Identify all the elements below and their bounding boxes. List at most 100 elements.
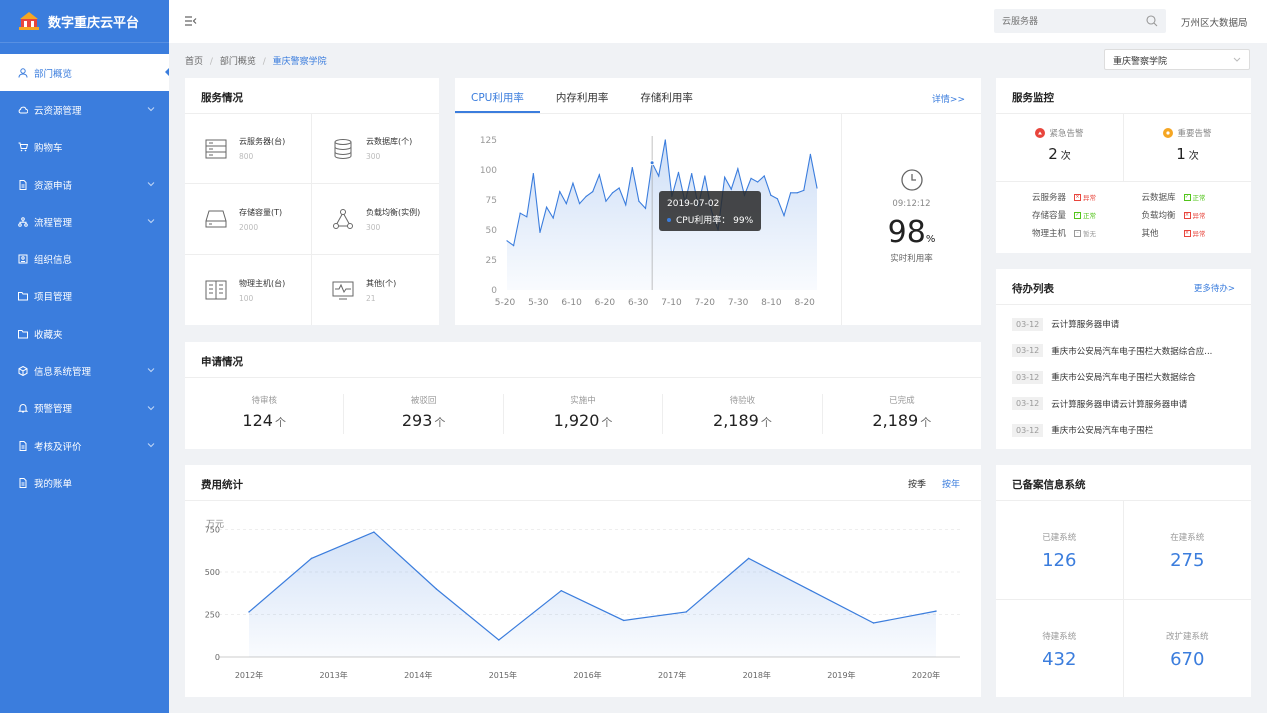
breadcrumb-home[interactable]: 首页 (185, 57, 203, 67)
breadcrumb-dept-overview[interactable]: 部门概览 (220, 57, 256, 67)
system-stat[interactable]: 已建系统 126 (996, 501, 1124, 600)
monitor-item[interactable]: 云数据库 ✓ 正常 (1142, 191, 1252, 203)
sidebar-item-my-bill[interactable]: 我的账单 (0, 464, 169, 501)
todo-text: 云计算服务器申请 (1051, 320, 1120, 331)
sidebar-item-cloud-resources[interactable]: 云资源管理 (0, 91, 169, 128)
search-box[interactable] (994, 9, 1166, 33)
sidebar-item-alerts[interactable]: 预警管理 (0, 390, 169, 427)
sidebar-item-flow[interactable]: 流程管理 (0, 203, 169, 240)
application-stat[interactable]: 待审核 124 个 (185, 393, 345, 434)
service-label: 云服务器(台) (239, 137, 286, 146)
search-icon[interactable] (1146, 15, 1158, 27)
user-name[interactable]: 万州区大数据局 (1181, 15, 1248, 29)
collapse-menu-icon[interactable] (184, 15, 198, 27)
monitor-name: 物理主机 (1032, 229, 1067, 239)
realtime-unit: % (925, 234, 936, 245)
monitor-item[interactable]: 负载均衡 × 异常 (1142, 209, 1252, 221)
data-point (750, 177, 752, 179)
monitor-status: 异常 (1083, 194, 1096, 202)
service-item[interactable]: 云数据库(个) 300 (312, 114, 439, 184)
service-item[interactable]: 物理主机(台) 100 (185, 255, 312, 325)
top-bar: 万州区大数据局 (169, 0, 1267, 43)
search-input[interactable] (1002, 16, 1142, 26)
data-point (560, 590, 562, 592)
sidebar-item-org-info[interactable]: 组织信息 (0, 240, 169, 277)
service-item[interactable]: 其他(个) 21 (312, 255, 439, 325)
sidebar-item-projects[interactable]: 项目管理 (0, 278, 169, 315)
toggle-quarter[interactable]: 按季 (908, 477, 926, 490)
sidebar-item-info-systems[interactable]: 信息系统管理 (0, 352, 169, 389)
application-stat[interactable]: 被驳回 293 个 (344, 393, 504, 434)
cost-title: 费用统计 (201, 479, 243, 491)
todo-text: 重庆市公安局汽车电子围栏大数据综合 (1051, 373, 1196, 384)
important-alert[interactable]: 重要告警 1次 (1124, 114, 1251, 181)
stat-value: 2,189 (713, 410, 759, 430)
x-tick-label: 7-30 (728, 298, 749, 308)
monitor-name: 存储容量 (1032, 211, 1067, 221)
service-item[interactable]: 存储容量(T) 2000 (185, 184, 312, 255)
tab-storage[interactable]: 存储利用率 (624, 78, 709, 113)
data-point (790, 192, 792, 194)
urgent-alert[interactable]: 紧急告警 2次 (996, 114, 1124, 181)
system-stat[interactable]: 待建系统 432 (996, 599, 1124, 697)
service-value: 300 (366, 222, 381, 232)
x-tick-label: 5-20 (495, 298, 516, 308)
sidebar: 数字重庆云平台 部门概览 云资源管理 购物车 资源申请 流程管理 组织信息 项目… (0, 0, 169, 713)
sidebar-item-resource-apply[interactable]: 资源申请 (0, 166, 169, 203)
service-item[interactable]: 负载均衡(实例) 300 (312, 184, 439, 255)
system-stat[interactable]: 改扩建系统 670 (1124, 600, 1252, 698)
application-stat[interactable]: 待验收 2,189 个 (663, 393, 823, 434)
data-point (618, 187, 620, 189)
todo-item[interactable]: 03-12 重庆市公安局汽车电子围栏大数据综合应... (996, 338, 1251, 365)
todo-item[interactable]: 03-12 重庆市公安局汽车电子围栏大数据综合 (996, 364, 1251, 391)
service-item[interactable]: 云服务器(台) 800 (185, 114, 312, 184)
system-stat[interactable]: 在建系统 275 (1123, 501, 1251, 600)
x-tick-label: 6-30 (628, 298, 649, 308)
todo-item[interactable]: 03-12 云计算服务器申请云计算服务器申请 (996, 391, 1251, 418)
data-point (512, 245, 515, 247)
folder-icon (18, 292, 28, 301)
monitor-status: 正常 (1083, 212, 1096, 220)
dept-select[interactable]: 重庆警察学院 (1104, 49, 1250, 70)
sidebar-nav: 部门概览 云资源管理 购物车 资源申请 流程管理 组织信息 项目管理 收藏夹 信… (0, 54, 169, 502)
details-link[interactable]: 详情>> (932, 92, 965, 105)
service-label: 负载均衡(实例) (366, 207, 421, 217)
toggle-year[interactable]: 按年 (942, 477, 960, 490)
cube-icon (18, 366, 28, 377)
todo-date: 03-12 (1012, 397, 1044, 411)
todo-item[interactable]: 03-12 云计算服务器申请 (996, 311, 1251, 338)
x-tick-label: 5-30 (528, 298, 549, 308)
storage-icon (205, 210, 227, 228)
monitor-item[interactable]: 物理主机 – 暂无 (1032, 227, 1142, 239)
data-point (935, 610, 937, 612)
application-stat[interactable]: 已完成 2,189 个 (823, 394, 981, 434)
tooltip-marker (667, 218, 671, 222)
trend-up-icon: 个 (274, 415, 286, 429)
tab-memory[interactable]: 内存利用率 (540, 78, 625, 113)
service-label: 其他(个) (366, 278, 397, 288)
system-label: 待建系统 (1042, 631, 1077, 642)
monitor-item[interactable]: 其他 × 异常 (1142, 227, 1252, 239)
app-logo[interactable]: 数字重庆云平台 (0, 0, 169, 43)
alert-unit: 次 (1188, 151, 1199, 162)
application-stat[interactable]: 实施中 1,920 个 (504, 393, 664, 434)
chevron-down-icon (147, 368, 155, 373)
sidebar-item-dept-overview[interactable]: 部门概览 (0, 54, 169, 92)
data-point (592, 191, 594, 193)
tab-cpu[interactable]: CPU利用率 (455, 78, 540, 113)
flow-icon (18, 217, 28, 227)
document-icon (19, 440, 27, 451)
monitor-item[interactable]: 云服务器 × 异常 (1032, 191, 1142, 203)
sidebar-item-favorites[interactable]: 收藏夹 (0, 315, 169, 352)
monitor-item[interactable]: 存储容量 ✓ 正常 (1032, 209, 1142, 221)
sidebar-item-cart[interactable]: 购物车 (0, 129, 169, 166)
todo-item[interactable]: 03-12 重庆市公安局汽车电子围栏 (996, 417, 1251, 444)
chevron-down-icon (147, 405, 155, 410)
data-point (532, 173, 534, 175)
monitor-status-grid: 云服务器 × 异常 云数据库 ✓ 正常 存储容量 ✓ 正常 负载均衡 × 异常 物理主机 – 暂无 … (996, 182, 1251, 239)
error-status-icon: × (1074, 193, 1081, 201)
sidebar-item-label: 部门概览 (34, 68, 73, 80)
more-todos-link[interactable]: 更多待办> (1194, 282, 1235, 294)
sidebar-item-evaluation[interactable]: 考核及评价 (0, 427, 169, 464)
x-tick-label: 2017年 (658, 670, 686, 680)
